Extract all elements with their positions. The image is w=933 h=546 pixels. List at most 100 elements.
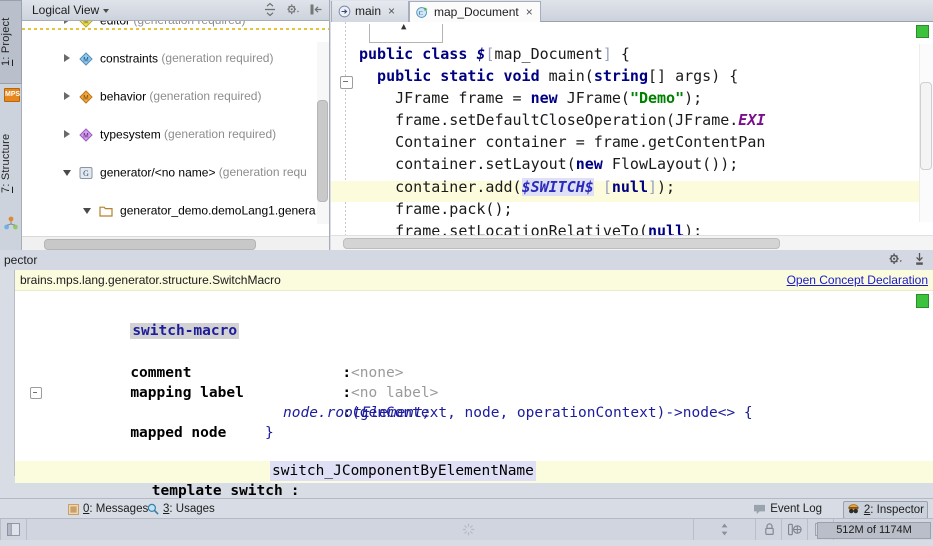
collapse-arrow-icon: ▲ [401, 22, 407, 32]
code-line-5: Container container = frame.getContentPa… [359, 133, 766, 151]
editor-horizontal-scrollbar[interactable] [331, 235, 933, 250]
mps-logo-icon: MPS [4, 88, 20, 102]
code-line-4: frame.setDefaultCloseOperation(JFrame.EX… [359, 111, 766, 129]
tree-row-generator[interactable]: G generator/<no name> (generation requ [22, 163, 329, 182]
tree-node-label: behavior [100, 89, 147, 104]
green-ok-marker [916, 294, 929, 308]
property-row-comment[interactable]: comment [43, 343, 191, 381]
twisty-down-icon[interactable] [83, 206, 92, 215]
tree-node-suffix: (generation required) [146, 89, 262, 103]
toolwin-usages[interactable]: 3: Usages [144, 501, 218, 517]
toolwin-usages-label: : Usages [169, 503, 215, 515]
template-switch-label: template switch [151, 483, 283, 499]
tab-main[interactable]: main × [331, 1, 409, 22]
tree-node-label: generator/<no name> [100, 165, 216, 180]
tree-node-label: editor [100, 21, 130, 27]
inspector-content[interactable]: switch-macro comment :<none> mapping lab… [15, 291, 933, 519]
svg-text:M: M [83, 94, 88, 101]
editor-gutter [331, 22, 359, 236]
toolwin-event-log[interactable]: Event Log [750, 501, 825, 517]
template-switch-row[interactable]: template switch: switch_JComponentByElem… [15, 461, 933, 519]
editor-vertical-scrollbar[interactable] [919, 44, 933, 222]
lock-icon [765, 523, 774, 536]
svg-text:M: M [83, 56, 88, 63]
memory-indicator[interactable]: 512M of 1174M [817, 522, 931, 539]
tab-main-label: main [355, 4, 382, 18]
sort-arrows-icon [721, 523, 728, 536]
tab-structure-label: : Structure [0, 133, 12, 187]
twisty-right-icon[interactable] [63, 21, 72, 25]
status-panel-toggle[interactable] [0, 519, 26, 540]
property-row-mapping-label[interactable]: mapping label [43, 363, 244, 401]
tree-rows-container[interactable]: M editor (generation required) M constra… [22, 21, 329, 237]
code-editor-area[interactable]: ▲ public class $[map_Document] { public … [331, 22, 933, 236]
tree-vertical-scrollbar[interactable] [317, 42, 329, 224]
toolwin-inspector[interactable]: 2: Inspector [842, 501, 928, 519]
fold-toggle-icon[interactable] [340, 76, 353, 89]
inspector-icon [848, 504, 859, 514]
close-icon[interactable]: × [388, 1, 395, 22]
tree-row-constraints[interactable]: M constraints (generation required) [22, 49, 329, 68]
tree-vscroll-thumb[interactable] [317, 100, 328, 202]
background-task-spinner [462, 523, 475, 536]
folder-icon [99, 206, 113, 217]
status-misc-cell[interactable] [693, 519, 755, 540]
tree-row-behavior[interactable]: M behavior (generation required) [22, 87, 329, 106]
tree-node-suffix: (generation requ [215, 165, 307, 179]
tree-row-typesystem[interactable]: M typesystem (generation required) [22, 125, 329, 144]
hide-panel-icon[interactable] [309, 2, 323, 17]
mapped-node-body[interactable]: node.rootElement; [283, 403, 431, 423]
close-icon[interactable]: × [526, 2, 533, 23]
status-lock-cell[interactable] [755, 519, 781, 540]
tree-row-generator-model[interactable]: generator_demo.demoLang1.genera [22, 201, 329, 220]
class-template-icon: C [416, 6, 428, 18]
hide-panel-icon[interactable] [913, 252, 926, 266]
code-line-2: public static void main(string[] args) { [359, 67, 739, 85]
tab-project-num: 1 [0, 59, 12, 67]
lightbulb-icon[interactable] [142, 486, 273, 519]
sidebar-tab-project[interactable]: 1: Project [0, 0, 22, 84]
tab-map-document[interactable]: C map_Document × [409, 1, 541, 22]
tab-structure-num: 7 [0, 186, 12, 193]
mps-ide-window: 1: Project MPS 7: Structure Logical View [0, 0, 933, 540]
svg-text:G: G [83, 169, 89, 178]
inspector-body: brains.mps.lang.generator.structure.Swit… [14, 270, 933, 519]
property-value-mapped-node[interactable]: :(genContext, node, operationContext)->n… [255, 383, 752, 421]
gutter-guide-line [345, 22, 346, 236]
tool-window-bar: 0: Messages 3: Usages Event Log 2: Inspe… [0, 498, 933, 519]
settings-gear-icon[interactable] [888, 252, 903, 266]
code-line-6: container.setLayout(new FlowLayout()); [359, 155, 739, 173]
expand-collapse-icon[interactable] [263, 2, 277, 17]
editor-vscroll-thumb[interactable] [920, 82, 932, 170]
tree-hscroll-thumb[interactable] [44, 239, 256, 250]
property-name: mapped node [130, 425, 227, 441]
fold-toggle-icon[interactable] [30, 387, 42, 399]
open-concept-declaration-link[interactable]: Open Concept Declaration [787, 270, 928, 290]
tree-horizontal-scrollbar[interactable] [22, 236, 329, 250]
twisty-right-icon[interactable] [63, 130, 72, 139]
svg-text:C: C [419, 10, 423, 16]
tree-toolbar: Logical View [22, 0, 329, 21]
settings-gear-icon[interactable] [286, 2, 300, 17]
svg-text:M: M [83, 21, 88, 25]
toolwin-messages-label: : Messages [89, 503, 149, 515]
twisty-right-icon[interactable] [63, 54, 72, 63]
show-tool-windows-icon [7, 523, 20, 536]
status-plugin-cell[interactable] [781, 519, 807, 540]
logical-view-selector[interactable]: Logical View [32, 3, 110, 17]
property-value-mapping-label[interactable]: :<no label> [255, 363, 438, 401]
toolwin-messages[interactable]: 0: Messages [65, 501, 151, 517]
editor-hscroll-thumb[interactable] [343, 238, 780, 249]
twisty-right-icon[interactable] [63, 92, 72, 101]
twisty-down-icon[interactable] [63, 168, 72, 177]
template-switch-value[interactable]: switch_JComponentByElementName [270, 461, 536, 481]
svg-text:M: M [83, 132, 88, 139]
toolwin-inspector-label: : Inspector [870, 504, 924, 516]
property-row-mapped-node[interactable]: mapped node [30, 383, 226, 441]
sidebar-tab-structure[interactable]: 7: Structure [0, 115, 22, 211]
editor-tab-bar: main × C map_Document × [331, 0, 933, 22]
property-value-comment[interactable]: :<none> [255, 343, 403, 381]
concept-fqn: brains.mps.lang.generator.structure.Swit… [20, 273, 281, 287]
tree-row-editor[interactable]: M editor (generation required) [22, 21, 329, 30]
code-line-9: frame.setLocationRelativeTo(null); [359, 222, 703, 236]
